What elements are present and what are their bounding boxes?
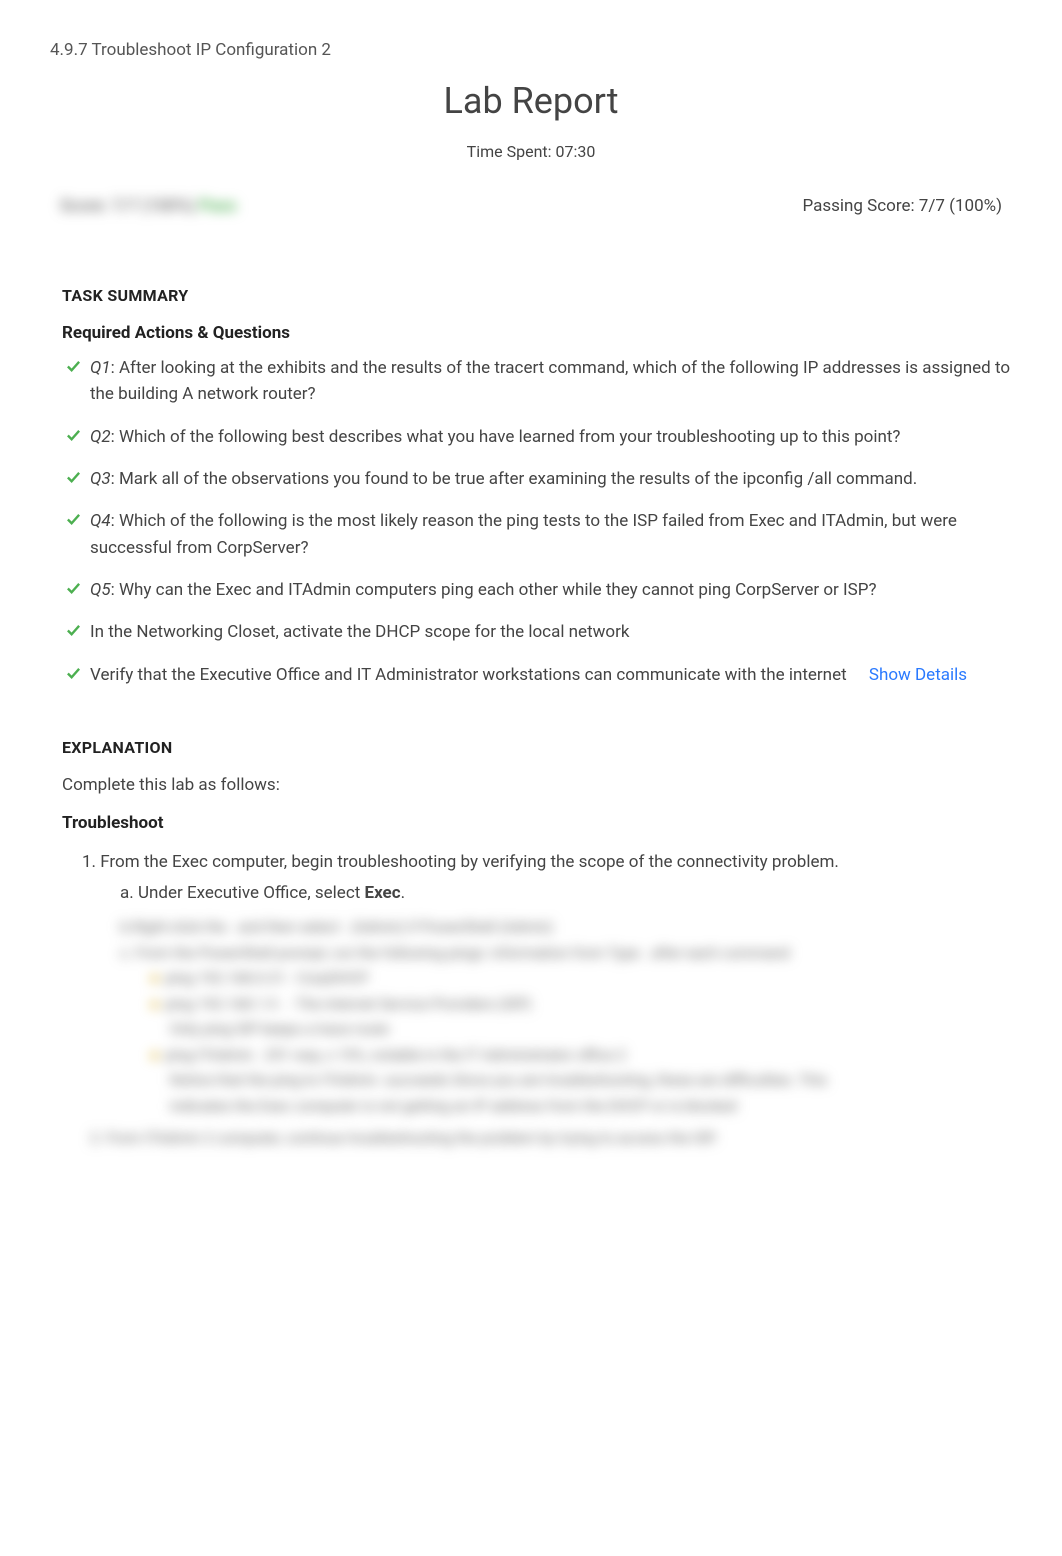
check-icon bbox=[66, 427, 81, 450]
task-item: Verify that the Executive Office and IT … bbox=[62, 662, 1012, 688]
blurred-line: indicates the Exec computer is not getti… bbox=[62, 1094, 1012, 1120]
passing-score: Passing Score: 7/7 (100%) bbox=[802, 196, 1002, 216]
task-item: In the Networking Closet, activate the D… bbox=[62, 619, 1012, 645]
score-text: Score: 7/7 (100%) bbox=[60, 196, 195, 216]
blurred-line: Notice that the ping to ITAdmin .succeed… bbox=[62, 1068, 1012, 1094]
report-title: Lab Report bbox=[50, 80, 1012, 122]
question-item: Q4: Which of the following is the most l… bbox=[62, 508, 1012, 561]
task-text: Verify that the Executive Office and IT … bbox=[90, 665, 847, 685]
question-label: Q4 bbox=[90, 511, 111, 531]
breadcrumb: 4.9.7 Troubleshoot IP Configuration 2 bbox=[50, 40, 1012, 60]
question-label: Q5 bbox=[90, 580, 111, 600]
explanation-intro: Complete this lab as follows: bbox=[62, 775, 1012, 795]
step-1a-bold: Exec bbox=[365, 883, 401, 903]
question-label: Q2 bbox=[90, 427, 111, 447]
blurred-line: ping ITAdmin . 251 way, x 15%, notable i… bbox=[62, 1043, 1012, 1069]
time-spent: Time Spent: 07:30 bbox=[50, 142, 1012, 161]
explanation-heading: EXPLANATION bbox=[62, 738, 1012, 757]
blurred-line: ping 192.168.1.9 . - The internet Servic… bbox=[62, 992, 1012, 1018]
troubleshoot-heading: Troubleshoot bbox=[62, 813, 1012, 833]
question-label: Q3 bbox=[90, 469, 111, 489]
check-icon bbox=[66, 580, 81, 603]
required-actions-heading: Required Actions & Questions bbox=[62, 323, 1012, 343]
question-item: Q5: Why can the Exec and ITAdmin compute… bbox=[62, 577, 1012, 603]
step-1: 1. From the Exec computer, begin trouble… bbox=[82, 849, 1012, 876]
task-text: In the Networking Closet, activate the D… bbox=[90, 622, 629, 642]
score-achieved: Score: 7/7 (100%) Pass bbox=[60, 196, 237, 216]
blurred-text: ping 192.168.1.9 . - The internet Servic… bbox=[165, 995, 531, 1013]
step-1a: a. Under Executive Office, select Exec. bbox=[82, 880, 1012, 907]
question-label: Q1 bbox=[90, 358, 111, 378]
check-icon bbox=[66, 358, 81, 381]
blurred-text: ping ITAdmin . 251 way, x 15%, notable i… bbox=[165, 1046, 626, 1064]
blurred-line: Only ping ISP keeps a trace route bbox=[62, 1017, 1012, 1043]
question-text: : After looking at the exhibits and the … bbox=[90, 358, 1010, 404]
pass-label: Pass bbox=[199, 196, 236, 216]
show-details-link[interactable]: Show Details bbox=[869, 665, 967, 685]
blurred-step-2: 2. From ITAdmin 2 computer, continue tro… bbox=[62, 1129, 1012, 1147]
score-row: Score: 7/7 (100%) Pass Passing Score: 7/… bbox=[50, 196, 1012, 216]
question-item: Q3: Mark all of the observations you fou… bbox=[62, 466, 1012, 492]
step-1a-suffix: . bbox=[401, 883, 405, 903]
question-text: : Mark all of the observations you found… bbox=[111, 469, 918, 489]
blurred-content: b.Right-click the . and then select . (A… bbox=[62, 915, 1012, 1147]
check-icon bbox=[66, 469, 81, 492]
blurred-line: c. From the PowerShell prompt, run the f… bbox=[62, 941, 1012, 967]
question-text: : Which of the following best describes … bbox=[111, 427, 901, 447]
blurred-line: b.Right-click the . and then select . (A… bbox=[62, 915, 1012, 941]
blurred-text: ping 192.168.0.31 - CorpDHCP bbox=[165, 969, 368, 987]
step-1a-prefix: a. Under Executive Office, select bbox=[120, 883, 365, 903]
question-text: : Which of the following is the most lik… bbox=[90, 511, 957, 557]
question-item: Q1: After looking at the exhibits and th… bbox=[62, 355, 1012, 408]
check-icon bbox=[66, 511, 81, 534]
task-summary-heading: TASK SUMMARY bbox=[62, 286, 1012, 305]
question-text: : Why can the Exec and ITAdmin computers… bbox=[111, 580, 877, 600]
question-item: Q2: Which of the following best describe… bbox=[62, 424, 1012, 450]
check-icon bbox=[66, 665, 81, 688]
blurred-line: ping 192.168.0.31 - CorpDHCP bbox=[62, 966, 1012, 992]
check-icon bbox=[66, 622, 81, 645]
